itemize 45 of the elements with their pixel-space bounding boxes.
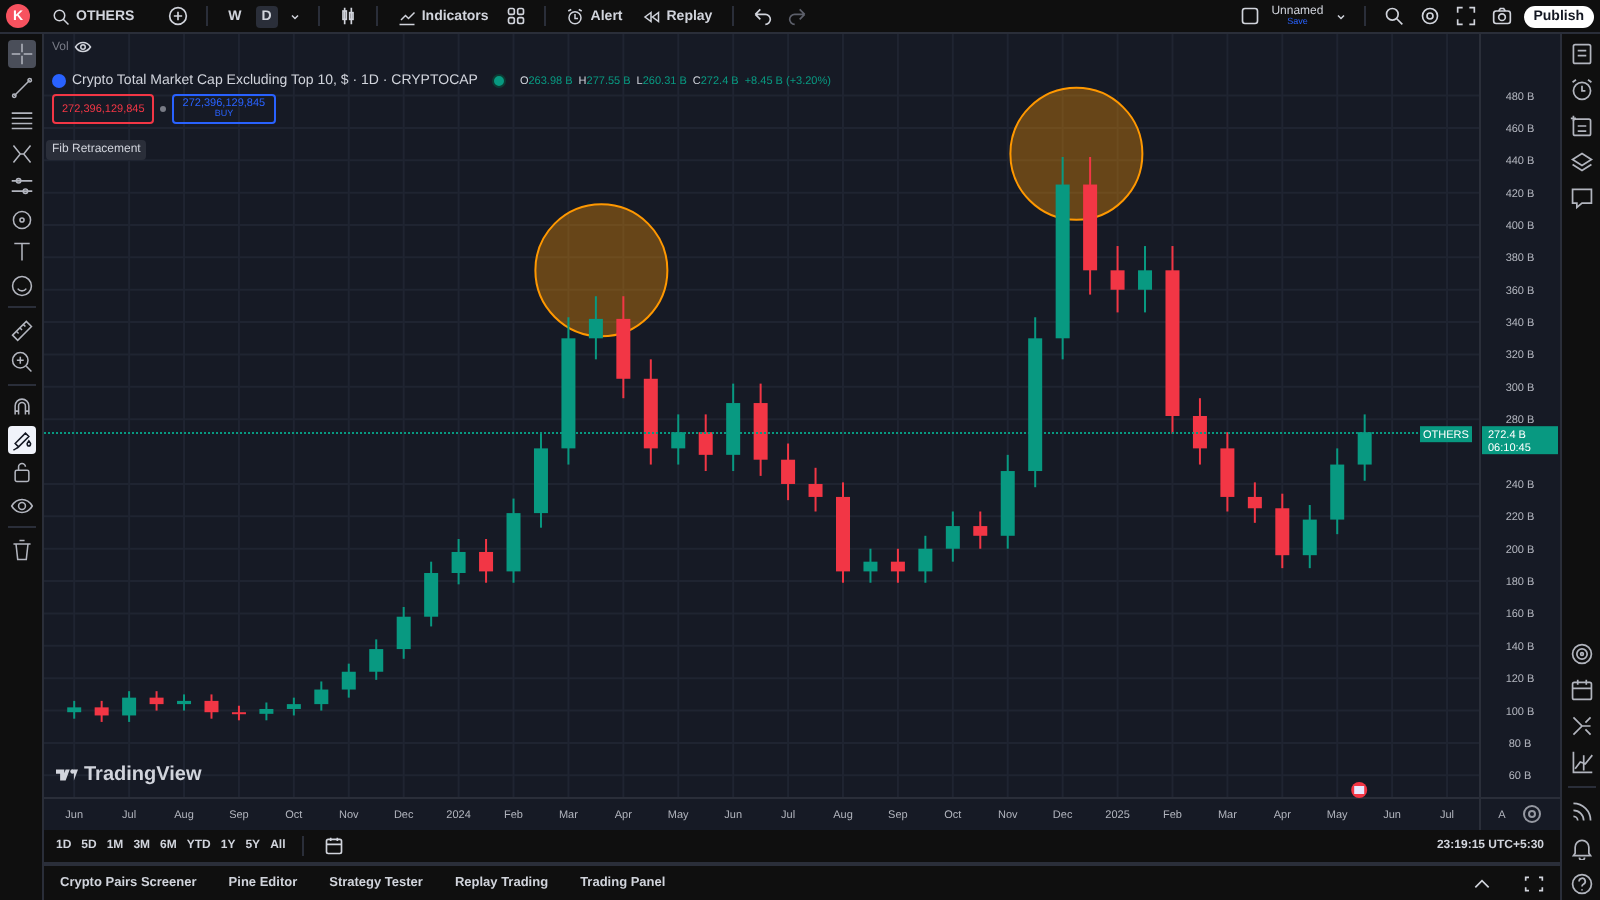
ruler-icon[interactable] <box>7 315 35 343</box>
highlight-circle <box>534 203 669 338</box>
trash-icon[interactable] <box>7 535 35 563</box>
crosshair-icon[interactable] <box>7 40 35 68</box>
broadcast-icon[interactable] <box>1569 800 1593 824</box>
add-symbol-icon[interactable] <box>168 6 189 26</box>
eye-icon[interactable] <box>74 38 93 56</box>
sliders-icon[interactable] <box>7 172 35 200</box>
brush-icon[interactable] <box>7 425 35 453</box>
maximize-icon[interactable] <box>1524 873 1544 893</box>
bell-icon[interactable] <box>1569 836 1593 860</box>
help-icon[interactable] <box>1569 872 1593 896</box>
rewind-icon <box>642 7 661 25</box>
chart-icon[interactable] <box>1569 750 1593 774</box>
redo-icon[interactable] <box>788 6 809 26</box>
symbol-logo-icon <box>52 74 66 88</box>
tradingview-logo: TradingView <box>56 764 202 786</box>
pattern-icon[interactable] <box>7 139 35 167</box>
undo-icon[interactable] <box>752 6 773 26</box>
target-icon[interactable] <box>1569 642 1593 666</box>
fullscreen-icon[interactable] <box>1455 6 1476 26</box>
layers-icon[interactable] <box>1569 150 1593 174</box>
search-icon <box>52 7 70 25</box>
trendline-icon[interactable] <box>7 73 35 101</box>
market-status-icon <box>491 74 506 88</box>
alarm-clock-icon <box>566 7 585 25</box>
chat-icon[interactable] <box>1569 186 1593 210</box>
camera-icon[interactable] <box>1491 6 1512 26</box>
spread-dot-icon <box>160 106 167 112</box>
add-panel-icon[interactable] <box>1569 114 1593 138</box>
candles-icon[interactable] <box>337 6 358 26</box>
search-icon[interactable] <box>1383 6 1404 26</box>
list-icon[interactable] <box>1569 42 1593 66</box>
calendar-icon[interactable] <box>1569 678 1593 702</box>
fib-icon[interactable] <box>7 106 35 134</box>
zoom-icon[interactable] <box>7 348 35 376</box>
emoji-icon[interactable] <box>7 271 35 299</box>
alarm-clock-icon[interactable] <box>1569 78 1593 102</box>
grid-icon[interactable] <box>506 6 527 26</box>
chart-line-icon <box>397 7 416 25</box>
calendar-icon[interactable] <box>323 836 344 856</box>
highlight-circle <box>1009 86 1144 221</box>
layout-icon[interactable] <box>1239 6 1260 26</box>
event-flag-icon[interactable] <box>1351 782 1368 798</box>
shapes-icon[interactable] <box>7 205 35 233</box>
